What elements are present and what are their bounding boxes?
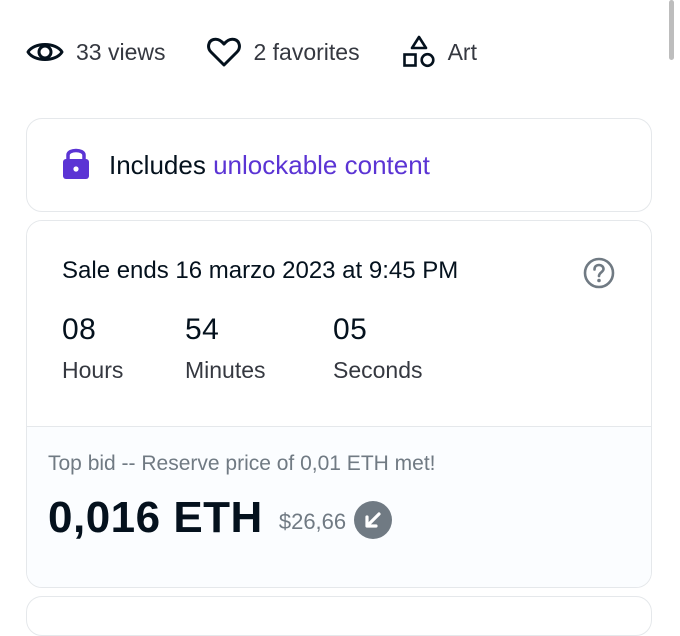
category-stat[interactable]: Art [402, 35, 477, 69]
eye-icon [26, 39, 64, 65]
arrow-down-left-icon [354, 501, 393, 539]
views-stat: 33 views [26, 39, 165, 66]
lock-icon [61, 145, 91, 186]
hours-value: 08 [62, 313, 97, 346]
sale-timer-section: Sale ends 16 marzo 2023 at 9:45 PM 08 Ho… [27, 221, 651, 426]
unlockable-content-link[interactable]: unlockable content [213, 150, 430, 180]
question-circle-icon[interactable] [583, 257, 615, 289]
unlockable-card: Includes unlockable content [26, 118, 652, 212]
sale-end-date: Sale ends 16 marzo 2023 at 9:45 PM [62, 257, 459, 284]
favorites-count: 2 favorites [253, 38, 360, 65]
countdown-timer: 08 Hours 54 Minutes 05 Seconds [62, 313, 473, 384]
top-bid-label: Top bid -- Reserve price of 0,01 ETH met… [48, 452, 436, 475]
seconds-value: 05 [333, 313, 368, 346]
countdown-hours: 08 Hours [62, 313, 185, 384]
countdown-seconds: 05 Seconds [333, 313, 473, 384]
unlockable-text: Includes unlockable content [109, 150, 430, 181]
countdown-minutes: 54 Minutes [185, 313, 333, 384]
minutes-value: 54 [185, 313, 220, 346]
top-bid-section: Top bid -- Reserve price of 0,01 ETH met… [27, 426, 651, 587]
stats-row: 33 views 2 favorites Art [26, 30, 519, 74]
category-label: Art [447, 38, 477, 65]
views-count: 33 views [76, 38, 166, 65]
price-row: 0,016 ETH $26,66 [48, 493, 393, 543]
scrollbar-thumb[interactable] [669, 0, 674, 60]
heart-icon[interactable] [207, 36, 242, 68]
price-eth: 0,016 ETH [48, 493, 263, 542]
price-usd: $26,66 [278, 509, 347, 534]
unlockable-prefix: Includes [109, 149, 206, 180]
seconds-label: Seconds [333, 357, 423, 383]
next-card [26, 596, 652, 636]
favorites-stat[interactable]: 2 favorites [207, 36, 360, 68]
sale-card: Sale ends 16 marzo 2023 at 9:45 PM 08 Ho… [26, 220, 652, 588]
shapes-icon [402, 35, 436, 69]
hours-label: Hours [62, 357, 124, 383]
minutes-label: Minutes [185, 357, 266, 383]
